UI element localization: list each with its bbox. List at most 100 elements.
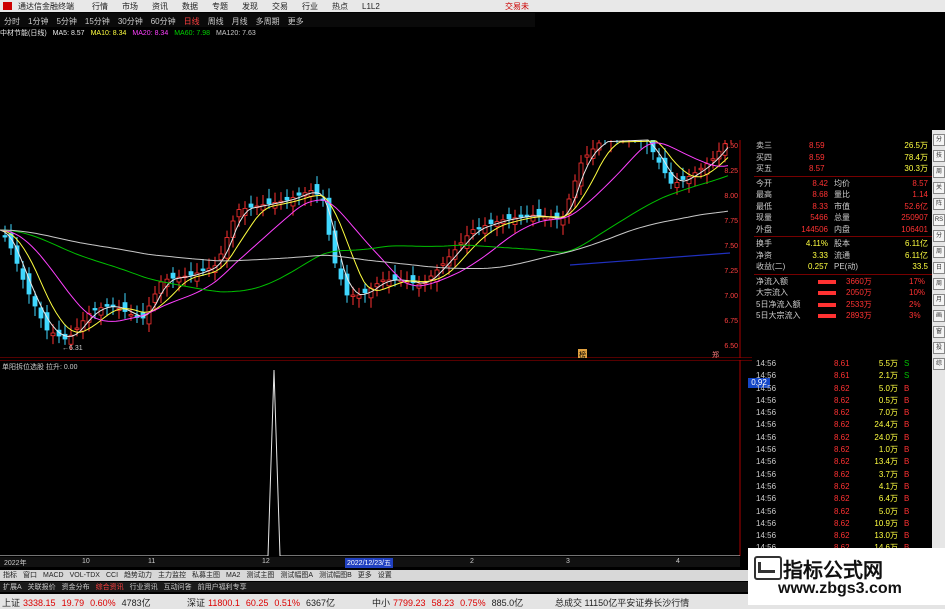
price-tick: 8.00 bbox=[724, 193, 738, 200]
info-tab[interactable]: 关联报价 bbox=[28, 582, 56, 592]
toolbar-button[interactable]: 窗 bbox=[933, 326, 945, 338]
indicator-tab[interactable]: VOL-TDX bbox=[70, 572, 100, 579]
stat-label: 换手 bbox=[756, 239, 772, 248]
date-label: 4 bbox=[676, 558, 680, 565]
trade-status[interactable]: 交易未 bbox=[505, 1, 529, 12]
ask-row: 买四 8.59 78.4万 bbox=[754, 152, 932, 164]
indicator-tab[interactable]: 测试幅图A bbox=[280, 570, 313, 580]
candle-body bbox=[332, 230, 338, 264]
candle-body bbox=[476, 227, 482, 230]
candle-body bbox=[674, 182, 680, 189]
period-tab[interactable]: 更多 bbox=[288, 16, 304, 27]
toolbar-button[interactable]: 周 bbox=[933, 166, 945, 178]
toolbar-button[interactable]: 综 bbox=[933, 358, 945, 370]
stat-value: 52.6亿 bbox=[904, 201, 928, 211]
index-change: 58.23 bbox=[431, 598, 455, 608]
index-quote[interactable]: 中小 7799.23 58.23 0.75% 885.0亿 bbox=[372, 596, 523, 609]
index-pct: 0.60% bbox=[90, 598, 116, 608]
stat-row: 换手 4.11% 股本 6.11亿 bbox=[754, 238, 932, 250]
period-tab[interactable]: 60分钟 bbox=[151, 16, 176, 27]
menu-item[interactable]: 资讯 bbox=[152, 1, 168, 12]
indicator-tab[interactable]: 指标 bbox=[3, 570, 17, 580]
info-tab[interactable]: 行业资讯 bbox=[130, 582, 158, 592]
flow-label: 5日净流入额 bbox=[756, 299, 801, 309]
menu-item[interactable]: 发现 bbox=[242, 1, 258, 12]
tick-time: 14:56 bbox=[756, 420, 777, 430]
indicator-tab[interactable]: 主力监控 bbox=[158, 570, 186, 580]
period-tab[interactable]: 15分钟 bbox=[85, 16, 110, 27]
indicator-tab[interactable]: CCI bbox=[106, 572, 118, 579]
date-axis: 2022年 10 11 12 2022/12/23/五 2 3 4 bbox=[0, 557, 740, 568]
toolbar-button[interactable]: 投 bbox=[933, 342, 945, 354]
price-tick: 8.25 bbox=[724, 168, 738, 175]
menu-item[interactable]: 数据 bbox=[182, 1, 198, 12]
indicator-tab[interactable]: 设置 bbox=[378, 570, 392, 580]
indicator-tab[interactable]: 更多 bbox=[358, 570, 372, 580]
tick-flag: B bbox=[904, 481, 910, 491]
menu-item[interactable]: 行情 bbox=[92, 1, 108, 12]
toolbar-button[interactable]: 分 bbox=[933, 134, 945, 146]
indicator-tab[interactable]: 私募主图 bbox=[192, 570, 220, 580]
period-tab[interactable]: 分时 bbox=[4, 16, 20, 27]
period-tab[interactable]: 30分钟 bbox=[118, 16, 143, 27]
toolbar-button[interactable]: RS bbox=[933, 214, 945, 226]
toolbar-button[interactable]: 技 bbox=[933, 150, 945, 162]
toolbar-button[interactable]: 画 bbox=[933, 310, 945, 322]
tick-price: 8.62 bbox=[834, 420, 850, 430]
stat-value: 6.11亿 bbox=[905, 250, 928, 260]
tick-time: 14:56 bbox=[756, 395, 777, 405]
period-tab[interactable]: 月线 bbox=[232, 16, 248, 27]
stat-row: 最低 8.33 市值 52.6亿 bbox=[754, 201, 932, 213]
tick-flag: B bbox=[904, 531, 910, 541]
info-tab[interactable]: 扩展A bbox=[3, 582, 22, 592]
watermark-url: www.zbgs3.com bbox=[778, 580, 902, 597]
candle-body bbox=[296, 192, 302, 196]
index-quote[interactable]: 深证 11800.1 60.25 0.51% 6367亿 bbox=[187, 596, 335, 609]
indicator-tab[interactable]: 测试主图 bbox=[246, 570, 274, 580]
toolbar-button[interactable]: 日 bbox=[933, 262, 945, 274]
info-tab[interactable]: 综合资讯 bbox=[96, 582, 124, 592]
flow-bar bbox=[818, 314, 836, 318]
stat-value: 3.33 bbox=[812, 250, 828, 260]
menu-item[interactable]: 热点 bbox=[332, 1, 348, 12]
tick-volume: 5.0万 bbox=[878, 383, 898, 393]
period-tab[interactable]: 1分钟 bbox=[28, 16, 48, 27]
indicator-tab[interactable]: 窗口 bbox=[23, 570, 37, 580]
menu-item[interactable]: L1L2 bbox=[362, 2, 380, 11]
ma-value: MA5: 8.57 bbox=[52, 30, 85, 37]
candle-body bbox=[152, 293, 158, 303]
menu-item[interactable]: 市场 bbox=[122, 1, 138, 12]
stat-label: 现量 bbox=[756, 213, 772, 222]
indicator-chart[interactable]: 1.000.900.800.700.600.500.400.300.200.10 bbox=[0, 360, 752, 556]
period-tab[interactable]: 多周期 bbox=[256, 16, 280, 27]
toolbar-button[interactable]: 分 bbox=[933, 230, 945, 242]
indicator-tab[interactable]: 趋势动力 bbox=[124, 570, 152, 580]
period-tab[interactable]: 日线 bbox=[184, 16, 200, 27]
stat-label: 市值 bbox=[834, 201, 850, 211]
stat-value: 0.257 bbox=[807, 262, 828, 271]
info-tab[interactable]: 资金分布 bbox=[62, 582, 90, 592]
menu-item[interactable]: 专题 bbox=[212, 1, 228, 12]
title-bar: 通达信金融终端 行情 市场 资讯 数据 专题 发现 交易 行业 热点 L1L2 交易未 bbox=[0, 0, 945, 12]
info-tab[interactable]: 互动问答 bbox=[164, 582, 192, 592]
indicator-tab[interactable]: MA2 bbox=[226, 572, 240, 579]
period-tab[interactable]: 5分钟 bbox=[56, 16, 76, 27]
menu-item[interactable]: 交易 bbox=[272, 1, 288, 12]
tick-flag: B bbox=[904, 420, 910, 430]
info-tab[interactable]: 前用户福利专享 bbox=[198, 582, 247, 592]
toolbar-button[interactable]: 阵 bbox=[933, 198, 945, 210]
toolbar-button[interactable]: 关 bbox=[933, 182, 945, 194]
kline-chart[interactable]: 8.508.258.007.757.507.257.006.756.50←6.3… bbox=[0, 40, 752, 358]
tick-time: 14:56 bbox=[756, 494, 777, 504]
toolbar-button[interactable]: 周 bbox=[933, 246, 945, 258]
tick-flag: S bbox=[904, 371, 910, 381]
index-quote[interactable]: 上证 3338.15 19.79 0.60% 4783亿 bbox=[2, 596, 151, 609]
toolbar-button[interactable]: 月 bbox=[933, 294, 945, 306]
indicator-tab[interactable]: 测试幅图B bbox=[319, 570, 352, 580]
menu-item[interactable]: 行业 bbox=[302, 1, 318, 12]
period-tab[interactable]: 周线 bbox=[208, 16, 224, 27]
indicator-tab[interactable]: MACD bbox=[43, 572, 64, 579]
date-label: 3 bbox=[566, 558, 570, 565]
candle-body bbox=[356, 294, 362, 299]
toolbar-button[interactable]: 周 bbox=[933, 278, 945, 290]
